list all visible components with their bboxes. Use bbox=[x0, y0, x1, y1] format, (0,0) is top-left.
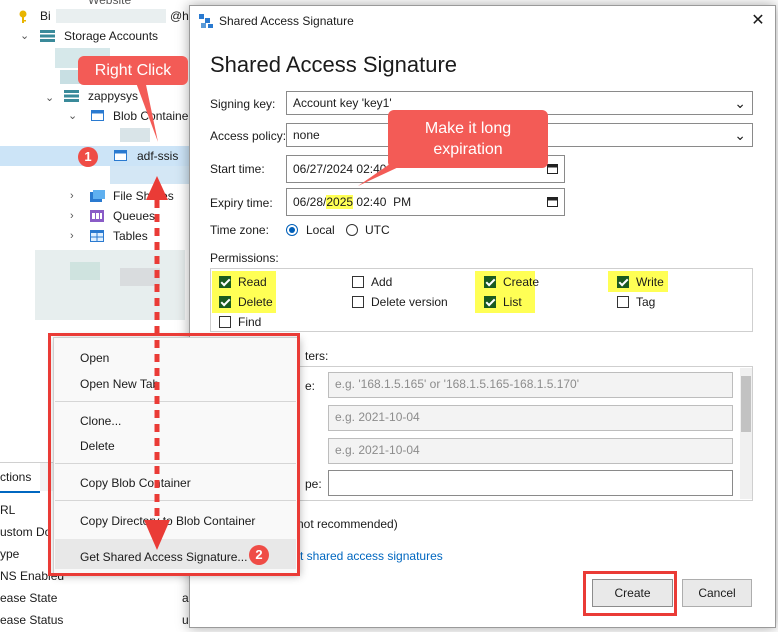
perm-delete-checkbox[interactable] bbox=[219, 296, 231, 308]
permissions-label: Permissions: bbox=[210, 251, 279, 265]
property-value: u bbox=[182, 613, 189, 627]
expiry-time-suffix: 02:40 PM bbox=[353, 195, 412, 209]
calendar-icon[interactable] bbox=[547, 163, 558, 174]
right-click-callout: Right Click bbox=[78, 56, 188, 85]
chevron-right-icon[interactable]: › bbox=[70, 206, 80, 226]
perm-list-label: List bbox=[503, 295, 522, 309]
perm-list-checkbox[interactable] bbox=[484, 296, 496, 308]
tz-utc-label: UTC bbox=[365, 223, 390, 237]
property-label: ease State bbox=[0, 591, 58, 605]
ip-range-label: e: bbox=[305, 379, 316, 393]
optional-params-label: ters: bbox=[305, 349, 329, 363]
blurred-region bbox=[70, 262, 100, 280]
cancel-button[interactable]: Cancel bbox=[682, 579, 752, 607]
actions-tab[interactable]: ctions bbox=[0, 463, 40, 493]
close-icon[interactable]: ✕ bbox=[748, 11, 768, 31]
app-icon bbox=[199, 14, 213, 28]
start-time-label: Start time: bbox=[210, 162, 265, 176]
perm-read-checkbox[interactable] bbox=[219, 276, 231, 288]
scrollbar-thumb[interactable] bbox=[741, 376, 751, 432]
chevron-down-icon: ⌄ bbox=[734, 95, 746, 111]
dashed-arrow bbox=[144, 176, 170, 550]
learn-more-link[interactable]: t shared access signatures bbox=[300, 548, 443, 564]
perm-find-label: Find bbox=[238, 315, 262, 329]
perm-find-checkbox[interactable] bbox=[219, 316, 231, 328]
property-value: a bbox=[182, 591, 189, 605]
perm-create-label: Create bbox=[503, 275, 540, 289]
callout-line-2: expiration bbox=[433, 141, 503, 158]
time-zone-label: Time zone: bbox=[210, 223, 269, 237]
tz-local-label: Local bbox=[306, 223, 335, 237]
perm-tag-label: Tag bbox=[636, 295, 656, 309]
create-highlight-box bbox=[583, 571, 677, 616]
perm-write-checkbox[interactable] bbox=[617, 276, 629, 288]
perm-tag-checkbox[interactable] bbox=[617, 296, 629, 308]
type-label: pe: bbox=[305, 477, 322, 491]
perm-create-checkbox[interactable] bbox=[484, 276, 496, 288]
expiry-time-input[interactable]: 06/28/2025 02:40 PM bbox=[286, 188, 565, 216]
perm-add-label: Add bbox=[371, 275, 393, 289]
access-policy-label: Access policy: bbox=[210, 129, 287, 143]
start-date-input[interactable]: e.g. 2021-10-04 bbox=[328, 405, 733, 431]
callout-line-1: Make it long bbox=[424, 120, 512, 137]
property-label: ustom Do bbox=[0, 525, 52, 539]
file-shares-icon bbox=[90, 190, 105, 202]
window-title: Shared Access Signature bbox=[219, 14, 354, 28]
tz-utc-radio[interactable] bbox=[346, 224, 358, 236]
tz-local-radio[interactable] bbox=[286, 224, 298, 236]
type-input[interactable] bbox=[328, 470, 733, 496]
perm-delete-label: Delete bbox=[238, 295, 273, 309]
perm-delete-version-checkbox[interactable] bbox=[352, 296, 364, 308]
expiry-time-label: Expiry time: bbox=[210, 196, 273, 210]
scrollbar[interactable] bbox=[740, 368, 752, 499]
queues-icon bbox=[90, 210, 104, 222]
property-label: ease Status bbox=[0, 613, 64, 627]
page-title: Shared Access Signature bbox=[210, 52, 458, 77]
chevron-right-icon[interactable]: › bbox=[70, 186, 80, 206]
property-label: RL bbox=[0, 503, 16, 517]
title-bar: Shared Access Signature ✕ bbox=[190, 6, 775, 36]
expiry-year: 2025 bbox=[326, 195, 354, 209]
ip-range-input[interactable]: e.g. '168.1.5.165' or '168.1.5.165-168.1… bbox=[328, 372, 733, 398]
perm-add-checkbox[interactable] bbox=[352, 276, 364, 288]
step-1-badge: 1 bbox=[78, 147, 98, 167]
step-2-badge: 2 bbox=[249, 545, 269, 565]
calendar-icon[interactable] bbox=[547, 196, 558, 207]
perm-delete-version-label: Delete version bbox=[371, 295, 448, 309]
access-policy-value: none bbox=[293, 128, 320, 142]
chevron-right-icon[interactable]: › bbox=[70, 226, 80, 246]
perm-read-label: Read bbox=[238, 275, 267, 289]
chevron-down-icon: ⌄ bbox=[734, 127, 746, 143]
signing-key-label: Signing key: bbox=[210, 97, 276, 111]
signing-key-value: Account key 'key1' bbox=[293, 96, 392, 110]
perm-write-label: Write bbox=[636, 275, 664, 289]
not-recommended-text: not recommended) bbox=[297, 517, 398, 531]
property-label: ype bbox=[0, 547, 20, 561]
end-date-input[interactable]: e.g. 2021-10-04 bbox=[328, 438, 733, 464]
tables-icon bbox=[90, 230, 104, 242]
make-it-long-callout: Make it long expiration bbox=[388, 110, 548, 168]
expiry-date-prefix: 06/28/ bbox=[293, 195, 327, 209]
